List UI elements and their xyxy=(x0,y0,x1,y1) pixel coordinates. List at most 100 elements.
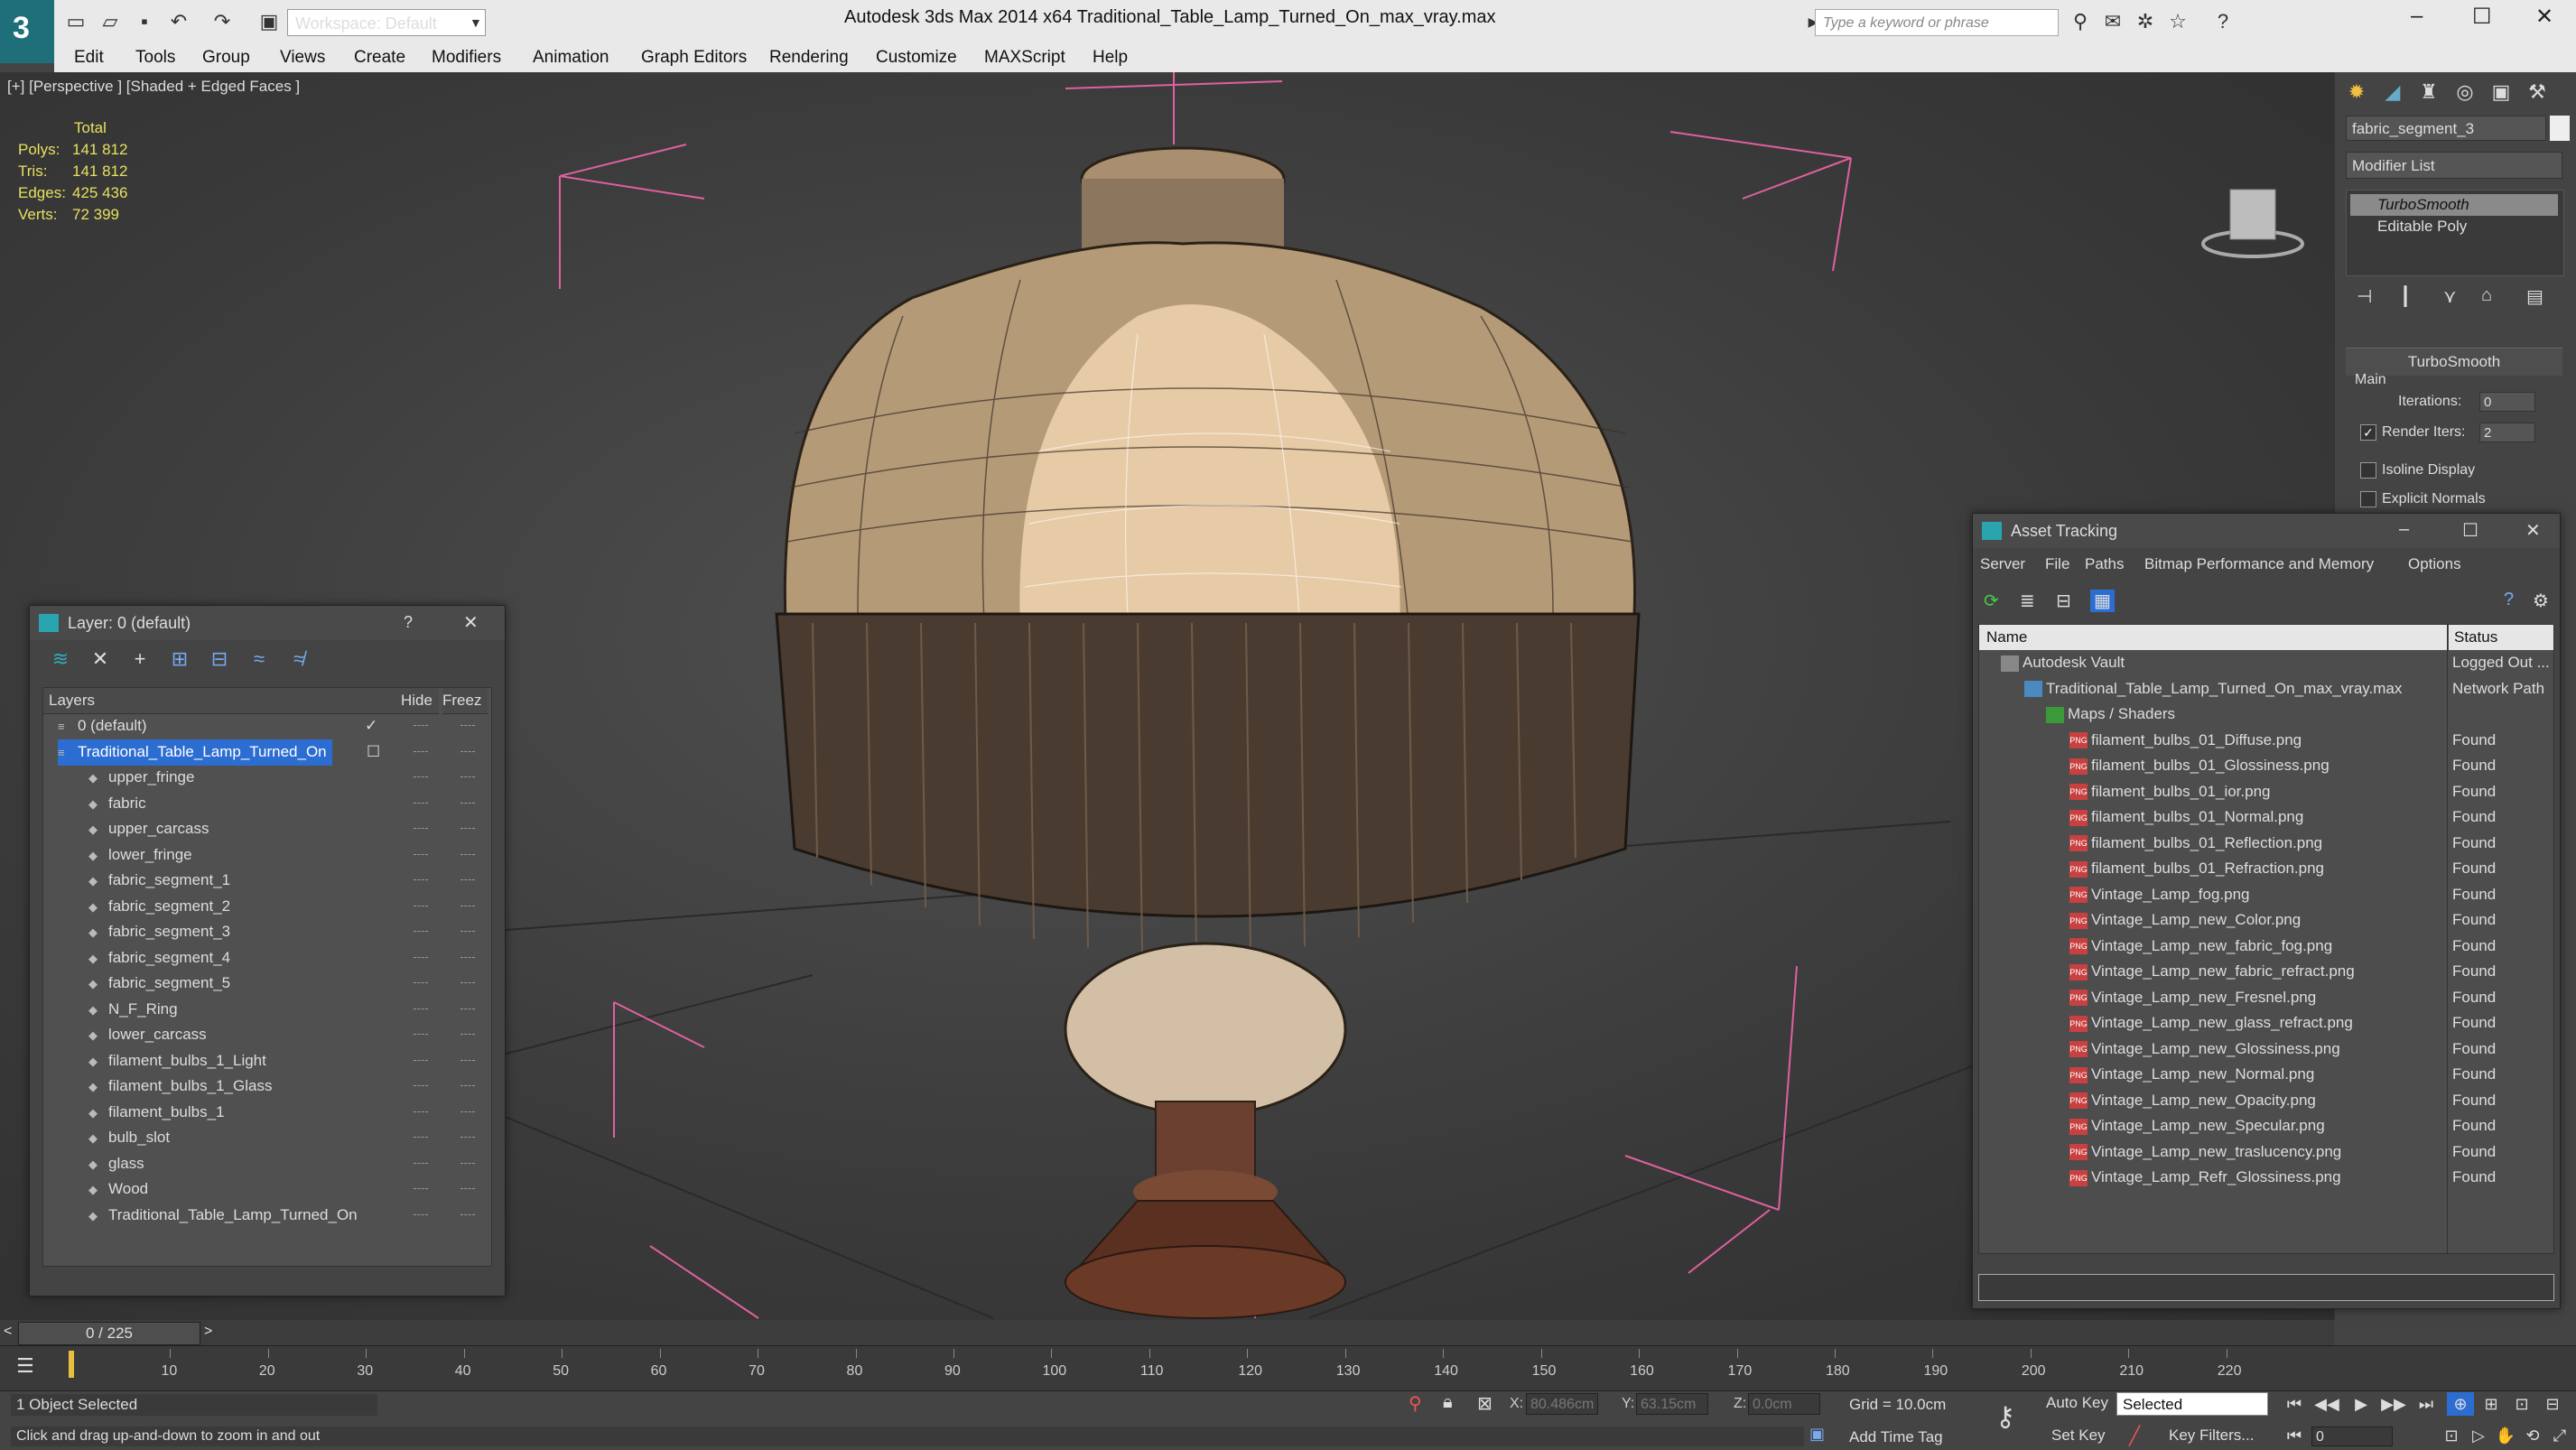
layer-name[interactable]: ◆ upper_fringe xyxy=(88,765,200,791)
freeze-toggle[interactable] xyxy=(460,853,475,857)
field-of-view-icon[interactable]: ▷ xyxy=(2465,1425,2492,1446)
play-icon[interactable]: ▶ xyxy=(2348,1392,2375,1416)
asset-row[interactable]: PNG filament_bulbs_01_Refraction.png Found xyxy=(1979,856,2553,881)
zoom-icon[interactable]: ⊕ xyxy=(2447,1392,2474,1416)
menu-views[interactable]: Views xyxy=(280,48,325,68)
asset-maximize-button[interactable]: ☐ xyxy=(2462,519,2478,542)
hide-toggle[interactable] xyxy=(414,802,428,805)
y-coordinate-field[interactable]: 63.15cm xyxy=(1636,1393,1708,1415)
close-button[interactable]: ✕ xyxy=(2535,4,2553,30)
pin-stack-icon[interactable]: ⊣ xyxy=(2357,285,2372,308)
utilities-tab-icon[interactable]: ⚒ xyxy=(2523,78,2552,107)
help-button[interactable]: ? xyxy=(404,613,413,632)
curve-editor-icon[interactable]: ☰ xyxy=(16,1354,34,1378)
exchange-icon[interactable]: ✲ xyxy=(2133,9,2158,34)
layer-name[interactable]: ◆ glass xyxy=(88,1151,150,1177)
modify-tab-icon[interactable]: ◢ xyxy=(2378,78,2407,107)
layer-name[interactable]: ◆ Traditional_Table_Lamp_Turned_On xyxy=(88,1203,363,1229)
key-mode-dropdown[interactable]: Selected xyxy=(2116,1392,2268,1416)
layer-row[interactable]: ≡ Traditional_Table_Lamp_Turned_On ☐ xyxy=(43,739,491,766)
layer-name[interactable]: ◆ filament_bulbs_1_Light xyxy=(88,1048,272,1074)
hide-toggle[interactable] xyxy=(414,879,428,882)
layer-row[interactable]: ◆ filament_bulbs_1 xyxy=(43,1100,491,1125)
layer-row[interactable]: ◆ lower_fringe xyxy=(43,842,491,868)
stack-item-turbosmooth[interactable]: TurboSmooth xyxy=(2350,194,2558,216)
iterations-spinner[interactable]: 0 xyxy=(2479,392,2535,412)
hide-column-header[interactable]: Hide xyxy=(401,688,439,714)
go-to-end-icon[interactable]: ⏭ xyxy=(2413,1392,2440,1416)
modifier-list-dropdown[interactable]: Modifier List xyxy=(2346,152,2562,179)
hide-toggle[interactable] xyxy=(414,982,428,985)
undo-icon[interactable]: ↶ xyxy=(166,9,191,34)
asset-settings-icon[interactable]: ⚙ xyxy=(2533,590,2549,612)
asset-row[interactable]: PNG filament_bulbs_01_ior.png Found xyxy=(1979,779,2553,804)
asset-row[interactable]: PNG filament_bulbs_01_Glossiness.png Found xyxy=(1979,753,2553,778)
layer-row[interactable]: ◆ fabric xyxy=(43,791,491,816)
key-pen-icon[interactable]: ╱ xyxy=(2129,1425,2140,1447)
layer-dialog-title[interactable]: Layer: 0 (default) xyxy=(30,606,505,640)
layer-name[interactable]: ◆ filament_bulbs_1 xyxy=(88,1100,230,1126)
search-input[interactable]: Type a keyword or phrase xyxy=(1815,9,2059,36)
freeze-toggle[interactable] xyxy=(460,1162,475,1166)
add-to-layer-icon[interactable]: + xyxy=(126,647,154,671)
explicit-normals-checkbox[interactable] xyxy=(2360,491,2376,507)
app-menu-button[interactable]: 3 xyxy=(0,0,54,63)
layer-row[interactable]: ◆ bulb_slot xyxy=(43,1125,491,1150)
open-file-icon[interactable]: ▱ xyxy=(98,9,123,34)
asset-row[interactable]: Maps / Shaders xyxy=(1979,702,2553,727)
freeze-toggle[interactable] xyxy=(460,1213,475,1217)
layer-name[interactable]: ◆ lower_carcass xyxy=(88,1022,212,1048)
layer-row[interactable]: ◆ lower_carcass xyxy=(43,1022,491,1047)
absolute-mode-icon[interactable]: ⊠ xyxy=(1477,1392,1493,1415)
render-iters-spinner[interactable]: 2 xyxy=(2479,423,2535,442)
hide-toggle[interactable] xyxy=(414,905,428,908)
menu-tools[interactable]: Tools xyxy=(135,48,175,68)
asset-path-field[interactable] xyxy=(1978,1274,2554,1301)
menu-help[interactable]: Help xyxy=(1093,48,1128,68)
key-filters-button[interactable]: Key Filters... xyxy=(2169,1427,2254,1445)
menu-graph-editors[interactable]: Graph Editors xyxy=(641,48,747,68)
freeze-toggle[interactable] xyxy=(460,802,475,805)
asset-row[interactable]: PNG Vintage_Lamp_new_Color.png Found xyxy=(1979,907,2553,933)
menu-customize[interactable]: Customize xyxy=(876,48,957,68)
hide-toggle[interactable] xyxy=(414,1034,428,1036)
menu-group[interactable]: Group xyxy=(202,48,250,68)
layer-name[interactable]: ◆ fabric_segment_2 xyxy=(88,894,236,920)
time-slider-thumb[interactable]: 0 / 225 xyxy=(18,1322,200,1345)
hide-toggle[interactable] xyxy=(414,1162,428,1166)
current-layer-check[interactable]: ✓ xyxy=(365,713,377,739)
layer-name[interactable]: ◆ Wood xyxy=(88,1176,153,1203)
hide-all-icon[interactable]: ≈ xyxy=(245,647,274,671)
lock-selection-icon[interactable]: 🔒︎ xyxy=(1443,1392,1453,1413)
project-folder-icon[interactable]: ▣ xyxy=(256,9,282,34)
zoom-extents-icon[interactable]: ⊡ xyxy=(2508,1392,2535,1416)
layer-name[interactable]: ◆ fabric_segment_3 xyxy=(88,919,236,945)
layer-name[interactable]: ◆ upper_carcass xyxy=(88,816,215,842)
freeze-toggle[interactable] xyxy=(460,1137,475,1139)
configure-sets-icon[interactable]: ▤ xyxy=(2526,285,2543,308)
freeze-toggle[interactable] xyxy=(460,982,475,985)
chevron-down-icon[interactable]: ▼ xyxy=(470,9,488,36)
asset-menu-paths[interactable]: Paths xyxy=(2085,555,2124,573)
hide-toggle[interactable] xyxy=(414,956,428,960)
remove-modifier-icon[interactable]: ⌂ xyxy=(2481,285,2492,306)
orbit-icon[interactable]: ⟲ xyxy=(2519,1425,2546,1446)
favorites-star-icon[interactable]: ☆ xyxy=(2165,9,2190,34)
create-tab-icon[interactable]: ✹ xyxy=(2342,78,2371,107)
hide-toggle[interactable] xyxy=(414,776,428,779)
layer-close-button[interactable]: ✕ xyxy=(463,611,479,634)
asset-row[interactable]: PNG filament_bulbs_01_Normal.png Found xyxy=(1979,804,2553,830)
asset-menu-server[interactable]: Server xyxy=(1980,555,2025,573)
object-color-swatch[interactable] xyxy=(2550,116,2570,141)
hide-toggle[interactable] xyxy=(414,1137,428,1139)
render-iters-checkbox[interactable]: ✓ xyxy=(2360,424,2376,441)
menu-rendering[interactable]: Rendering xyxy=(769,48,849,68)
layer-name[interactable]: ≡ 0 (default) xyxy=(58,713,153,739)
asset-menu-file[interactable]: File xyxy=(2045,555,2069,573)
asset-row[interactable]: Autodesk Vault Logged Out ... xyxy=(1979,650,2553,675)
freeze-toggle[interactable] xyxy=(460,931,475,934)
select-objects-icon[interactable]: ⊞ xyxy=(165,647,194,671)
menu-animation[interactable]: Animation xyxy=(533,48,609,68)
layer-name[interactable]: ◆ bulb_slot xyxy=(88,1125,175,1151)
menu-maxscript[interactable]: MAXScript xyxy=(984,48,1065,68)
